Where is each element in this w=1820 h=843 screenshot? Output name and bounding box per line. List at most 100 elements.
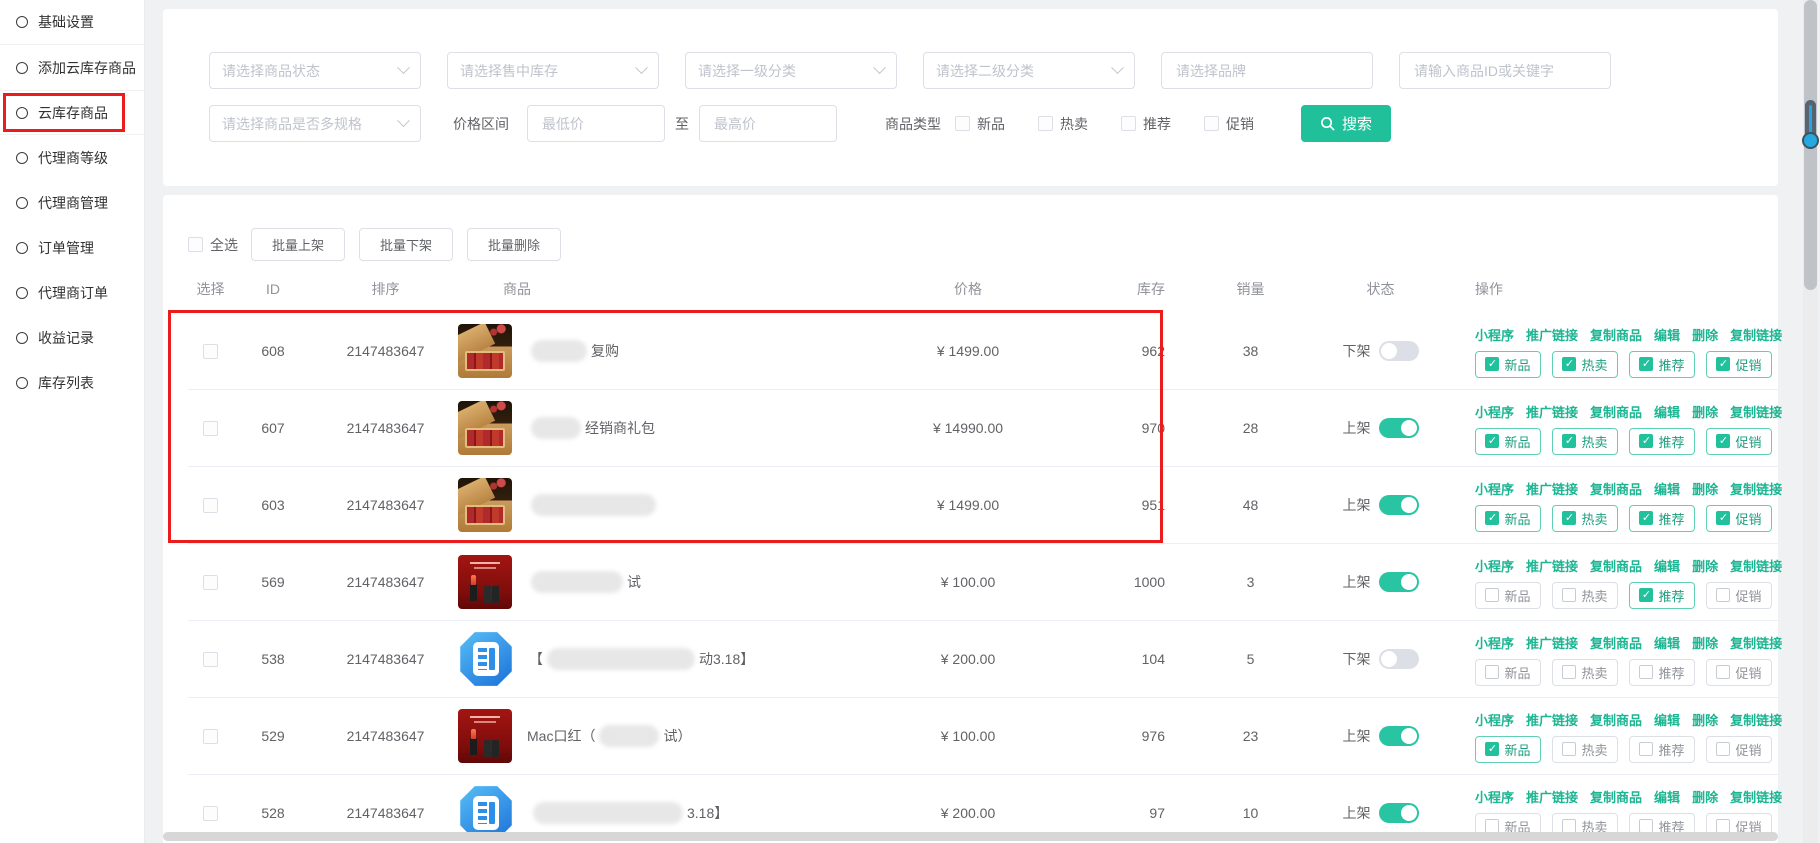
action-link-5[interactable]: 复制链接: [1730, 556, 1782, 575]
sidebar-item-0[interactable]: 基础设置: [0, 0, 144, 45]
select-onsale-stock[interactable]: 请选择售中库存: [447, 52, 659, 89]
tag-button-3[interactable]: 促销: [1706, 736, 1772, 763]
status-toggle[interactable]: [1379, 341, 1419, 361]
tag-button-0[interactable]: ✓新品: [1475, 351, 1541, 378]
sidebar-item-7[interactable]: 收益记录: [0, 315, 144, 360]
checkbox-icon[interactable]: [1204, 116, 1219, 131]
action-link-4[interactable]: 删除: [1692, 710, 1718, 729]
tag-button-2[interactable]: ✓推荐: [1629, 505, 1695, 532]
action-link-0[interactable]: 小程序: [1475, 479, 1514, 498]
action-link-5[interactable]: 复制链接: [1730, 479, 1782, 498]
action-link-0[interactable]: 小程序: [1475, 710, 1514, 729]
action-link-1[interactable]: 推广链接: [1526, 556, 1578, 575]
sidebar-item-2[interactable]: 云库存商品: [0, 90, 144, 135]
action-link-3[interactable]: 编辑: [1654, 787, 1680, 806]
checkbox-icon[interactable]: [188, 237, 203, 252]
action-link-2[interactable]: 复制商品: [1590, 633, 1642, 652]
sidebar-item-3[interactable]: 代理商等级: [0, 135, 144, 180]
select-category-level1[interactable]: 请选择一级分类: [685, 52, 897, 89]
action-link-1[interactable]: 推广链接: [1526, 402, 1578, 421]
row-checkbox[interactable]: [203, 575, 218, 590]
action-link-5[interactable]: 复制链接: [1730, 710, 1782, 729]
action-link-0[interactable]: 小程序: [1475, 556, 1514, 575]
action-link-4[interactable]: 删除: [1692, 787, 1718, 806]
action-link-4[interactable]: 删除: [1692, 325, 1718, 344]
row-checkbox[interactable]: [203, 729, 218, 744]
action-link-2[interactable]: 复制商品: [1590, 556, 1642, 575]
action-link-3[interactable]: 编辑: [1654, 479, 1680, 498]
tag-button-1[interactable]: ✓热卖: [1552, 505, 1618, 532]
sidebar-item-8[interactable]: 库存列表: [0, 360, 144, 405]
checkbox-icon[interactable]: [955, 116, 970, 131]
tag-button-1[interactable]: 热卖: [1552, 736, 1618, 763]
action-link-5[interactable]: 复制链接: [1730, 633, 1782, 652]
action-link-2[interactable]: 复制商品: [1590, 479, 1642, 498]
batch-delete-button[interactable]: 批量删除: [467, 228, 561, 261]
action-link-3[interactable]: 编辑: [1654, 325, 1680, 344]
action-link-2[interactable]: 复制商品: [1590, 402, 1642, 421]
select-product-status[interactable]: 请选择商品状态: [209, 52, 421, 89]
action-link-0[interactable]: 小程序: [1475, 633, 1514, 652]
row-checkbox[interactable]: [203, 806, 218, 821]
action-link-5[interactable]: 复制链接: [1730, 787, 1782, 806]
type-option-promo[interactable]: 促销: [1204, 114, 1254, 134]
row-checkbox[interactable]: [203, 498, 218, 513]
tag-button-0[interactable]: 新品: [1475, 659, 1541, 686]
action-link-0[interactable]: 小程序: [1475, 402, 1514, 421]
action-link-1[interactable]: 推广链接: [1526, 325, 1578, 344]
tag-button-2[interactable]: 推荐: [1629, 659, 1695, 686]
brand-input[interactable]: [1161, 52, 1373, 89]
select-all[interactable]: 全选: [188, 235, 238, 255]
type-option-recommend[interactable]: 推荐: [1121, 114, 1171, 134]
checkbox-icon[interactable]: [1121, 116, 1136, 131]
select-category-level2[interactable]: 请选择二级分类: [923, 52, 1135, 89]
action-link-2[interactable]: 复制商品: [1590, 325, 1642, 344]
type-option-hot[interactable]: 热卖: [1038, 114, 1088, 134]
tag-button-1[interactable]: ✓热卖: [1552, 351, 1618, 378]
action-link-2[interactable]: 复制商品: [1590, 710, 1642, 729]
action-link-3[interactable]: 编辑: [1654, 710, 1680, 729]
row-checkbox[interactable]: [203, 652, 218, 667]
tag-button-0[interactable]: 新品: [1475, 582, 1541, 609]
min-price-input[interactable]: [527, 105, 665, 142]
status-toggle[interactable]: [1379, 418, 1419, 438]
action-link-4[interactable]: 删除: [1692, 479, 1718, 498]
checkbox-icon[interactable]: [1038, 116, 1053, 131]
action-link-2[interactable]: 复制商品: [1590, 787, 1642, 806]
action-link-0[interactable]: 小程序: [1475, 787, 1514, 806]
tag-button-0[interactable]: ✓新品: [1475, 428, 1541, 455]
action-link-4[interactable]: 删除: [1692, 402, 1718, 421]
tag-button-3[interactable]: 促销: [1706, 659, 1772, 686]
status-toggle[interactable]: [1379, 649, 1419, 669]
tag-button-2[interactable]: 推荐: [1629, 736, 1695, 763]
row-checkbox[interactable]: [203, 421, 218, 436]
horizontal-scrollbar-thumb[interactable]: [163, 832, 1778, 841]
batch-offshelf-button[interactable]: 批量下架: [359, 228, 453, 261]
tag-button-2[interactable]: ✓推荐: [1629, 582, 1695, 609]
action-link-3[interactable]: 编辑: [1654, 402, 1680, 421]
action-link-5[interactable]: 复制链接: [1730, 402, 1782, 421]
action-link-4[interactable]: 删除: [1692, 556, 1718, 575]
status-toggle[interactable]: [1379, 572, 1419, 592]
tag-button-2[interactable]: ✓推荐: [1629, 428, 1695, 455]
vertical-scrollbar-track[interactable]: [1803, 0, 1818, 843]
tag-button-1[interactable]: 热卖: [1552, 582, 1618, 609]
action-link-3[interactable]: 编辑: [1654, 633, 1680, 652]
scroll-marker-pin-icon[interactable]: [1805, 100, 1816, 142]
tag-button-2[interactable]: ✓推荐: [1629, 351, 1695, 378]
action-link-4[interactable]: 删除: [1692, 633, 1718, 652]
max-price-input[interactable]: [699, 105, 837, 142]
tag-button-0[interactable]: ✓新品: [1475, 505, 1541, 532]
tag-button-3[interactable]: ✓促销: [1706, 351, 1772, 378]
status-toggle[interactable]: [1379, 803, 1419, 823]
row-checkbox[interactable]: [203, 344, 218, 359]
tag-button-1[interactable]: ✓热卖: [1552, 428, 1618, 455]
tag-button-3[interactable]: 促销: [1706, 582, 1772, 609]
action-link-1[interactable]: 推广链接: [1526, 787, 1578, 806]
tag-button-3[interactable]: ✓促销: [1706, 428, 1772, 455]
select-multi-spec[interactable]: 请选择商品是否多规格: [209, 105, 421, 142]
status-toggle[interactable]: [1379, 495, 1419, 515]
search-button[interactable]: 搜索: [1301, 105, 1391, 142]
sidebar-item-6[interactable]: 代理商订单: [0, 270, 144, 315]
tag-button-1[interactable]: 热卖: [1552, 659, 1618, 686]
